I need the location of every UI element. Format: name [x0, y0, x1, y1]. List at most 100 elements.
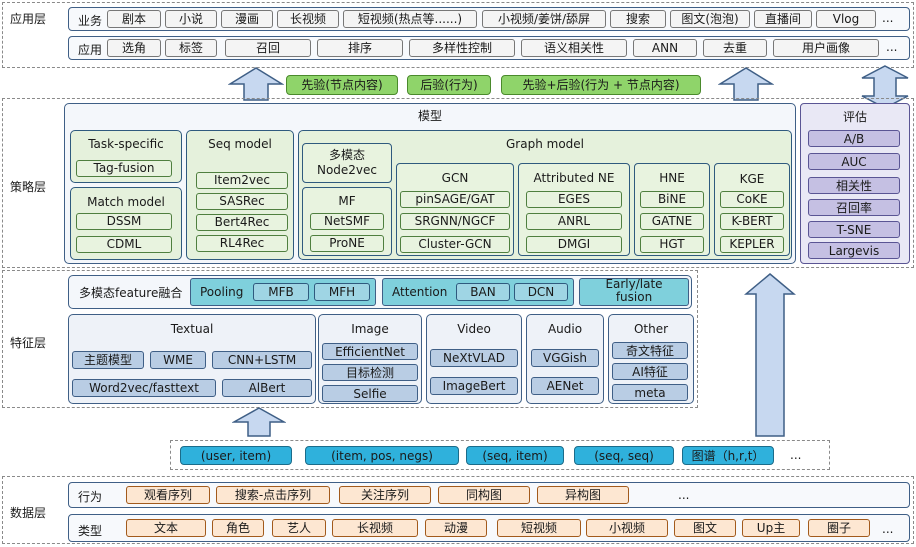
gcn-item: pinSAGE/GAT — [400, 191, 510, 208]
hne-item: HGT — [640, 236, 704, 253]
image-item: 目标检测 — [322, 364, 418, 381]
type-item-more: ... — [882, 522, 894, 536]
gcn-item: Cluster-GCN — [400, 236, 510, 253]
textual-item: AlBert — [222, 379, 312, 397]
use-item: 排序 — [317, 39, 403, 57]
up-arrow-icon — [232, 407, 286, 437]
video-item: NeXtVLAD — [430, 349, 518, 367]
mf-title: MF — [338, 194, 356, 208]
sample-item: (item, pos, negs) — [305, 446, 459, 465]
video-item: ImageBert — [430, 377, 518, 395]
behavior-item: 搜索-点击序列 — [216, 486, 330, 504]
behavior-item: 同构图 — [438, 486, 530, 504]
type-item: 图文 — [674, 519, 736, 537]
behavior-label: 行为 — [78, 490, 103, 504]
biz-item: 剧本 — [107, 10, 161, 28]
sample-item: (user, item) — [180, 446, 292, 465]
pooling-label: Pooling — [200, 285, 244, 299]
textual-item: CNN+LSTM — [212, 351, 312, 369]
attributed-item: EGES — [526, 191, 622, 208]
audio-item: VGGish — [531, 349, 599, 367]
biz-item: 长视频 — [277, 10, 339, 28]
gcn-item: SRGNN/NGCF — [400, 213, 510, 230]
audio-item: AENet — [531, 377, 599, 395]
up-arrow-icon — [718, 67, 774, 101]
use-item-more: ... — [886, 40, 898, 54]
biz-item: 直播间 — [754, 10, 812, 28]
textual-item: WME — [150, 351, 206, 369]
seq-item: RL4Rec — [196, 235, 288, 252]
attributed-ne-title: Attributed NE — [533, 171, 615, 185]
pooling-item: MFB — [253, 283, 309, 301]
up-arrow-icon — [228, 67, 284, 101]
biz-item: Vlog — [816, 10, 876, 28]
mf-item: ProNE — [310, 235, 384, 252]
eval-item: AUC — [808, 153, 900, 170]
use-item: 多样性控制 — [409, 39, 515, 57]
type-item: 动漫 — [425, 519, 487, 537]
image-item: EfficientNet — [322, 343, 418, 360]
audio-title: Audio — [547, 322, 583, 336]
task-specific-title: Task-specific — [88, 137, 164, 151]
use-item: 选角 — [107, 39, 161, 57]
behavior-item: 观看序列 — [126, 486, 210, 504]
behavior-item: 异构图 — [537, 486, 629, 504]
biz-item: 小说 — [165, 10, 217, 28]
use-item: 去重 — [703, 39, 767, 57]
attention-label: Attention — [392, 285, 448, 299]
use-item: ANN — [633, 39, 697, 57]
up-arrow-icon — [744, 273, 796, 437]
match-item: CDML — [76, 236, 172, 253]
biz-item: 小视频/姜饼/舔屏 — [482, 10, 606, 28]
eval-item: 召回率 — [808, 199, 900, 216]
biz-item-more: ... — [882, 11, 894, 25]
eval-title: 评估 — [842, 110, 867, 124]
type-item: 文本 — [126, 519, 206, 537]
seq-item: Item2vec — [196, 172, 288, 189]
biz-item: 图文(泡泡) — [670, 10, 750, 28]
type-item: 小视频 — [586, 519, 668, 537]
multimodal-node2vec-label: 多模态 Node2vec — [316, 148, 378, 177]
pooling-item: MFH — [314, 283, 370, 301]
type-label: 类型 — [78, 524, 103, 538]
sample-item: (seq, item) — [466, 446, 564, 465]
type-item: Up主 — [742, 519, 800, 537]
seq-item: Bert4Rec — [196, 214, 288, 231]
kge-item: CoKE — [720, 191, 784, 208]
textual-item: 主题模型 — [72, 351, 144, 369]
biz-item: 漫画 — [221, 10, 273, 28]
behavior-item: 关注序列 — [339, 486, 431, 504]
type-item: 圈子 — [808, 519, 870, 537]
sample-item: 图谱（h,r,t） — [682, 446, 774, 465]
eval-item: Largevis — [808, 242, 900, 259]
prior-content: 先验(节点内容) — [286, 75, 398, 95]
feature-layer-label: 特征层 — [10, 336, 47, 350]
gcn-title: GCN — [441, 171, 469, 185]
sample-item: (seq, seq) — [574, 446, 674, 465]
sample-item-more: ... — [790, 448, 802, 462]
other-item: AI特征 — [612, 363, 688, 380]
match-item: DSSM — [76, 213, 172, 230]
strategy-layer-label: 策略层 — [10, 180, 47, 194]
image-item: Selfie — [322, 385, 418, 402]
eval-item: A/B — [808, 130, 900, 147]
use-item: 用户画像 — [773, 39, 879, 57]
seq-item: SASRec — [196, 193, 288, 210]
image-title: Image — [351, 322, 389, 336]
kge-item: KEPLER — [720, 236, 784, 253]
textual-item: Word2vec/fasttext — [72, 379, 216, 397]
graph-model-title: Graph model — [506, 137, 584, 151]
prior-posterior: 先验+后验(行为 + 节点内容) — [501, 75, 701, 95]
use-item: 召回 — [225, 39, 311, 57]
kge-item: K-BERT — [720, 213, 784, 230]
hne-title: HNE — [659, 171, 685, 185]
eval-item: 相关性 — [808, 177, 900, 194]
model-title: 模型 — [417, 109, 442, 123]
posterior-behavior: 后验(行为) — [407, 75, 491, 95]
biz-item: 搜索 — [610, 10, 666, 28]
kge-title: KGE — [739, 172, 765, 186]
attention-item: BAN — [456, 283, 510, 301]
biz-label: 业务 — [78, 14, 103, 28]
use-item: 标签 — [165, 39, 217, 57]
hne-item: BiNE — [640, 191, 704, 208]
